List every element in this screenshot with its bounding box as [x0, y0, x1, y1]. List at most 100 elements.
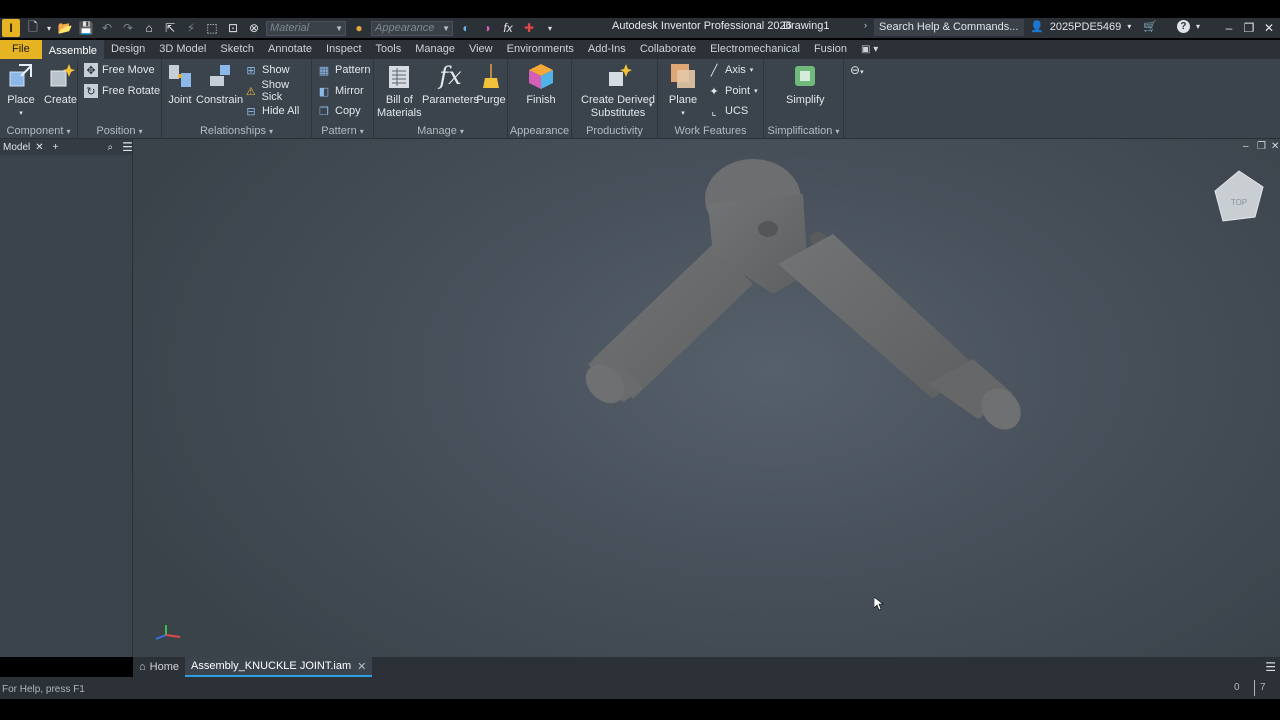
- close-icon[interactable]: ✕: [35, 142, 43, 153]
- material-clear-icon[interactable]: ⊗: [245, 19, 263, 37]
- axis-icon: ╱: [710, 64, 718, 77]
- tab-annotate[interactable]: Annotate: [261, 40, 319, 59]
- browser-tab-model[interactable]: Model: [3, 142, 30, 153]
- tab-manage[interactable]: Manage: [408, 40, 462, 59]
- add-icon[interactable]: ✚: [520, 19, 538, 37]
- document-tab-assembly[interactable]: Assembly_KNUCKLE JOINT.iam ✕: [185, 657, 373, 677]
- viewcube[interactable]: TOP: [1211, 169, 1267, 225]
- fx-parameters-icon[interactable]: fx: [499, 19, 517, 37]
- place-button[interactable]: Place ▾: [6, 61, 36, 120]
- close-icon[interactable]: ✕: [357, 660, 366, 673]
- show-button[interactable]: ⊞ Show: [244, 61, 289, 79]
- new-dropdown-icon[interactable]: ▾: [45, 19, 53, 37]
- graphics-window[interactable]: – ❐ ✕ TOP: [133, 139, 1280, 657]
- video-icon[interactable]: ▣ ▾: [854, 40, 885, 59]
- joint-button[interactable]: Joint: [165, 61, 195, 107]
- hamburger-menu-icon[interactable]: ☰: [122, 140, 133, 154]
- pattern-button[interactable]: ▦ Pattern: [317, 61, 371, 79]
- return-icon[interactable]: ⇱: [161, 19, 179, 37]
- tab-electromechanical[interactable]: Electromechanical: [703, 40, 807, 59]
- cart-icon[interactable]: 🛒: [1143, 20, 1157, 33]
- title-bar: I 🗋 ▾ 📂 💾 ↶ ↷ ⌂ ⇱ ⚡ ⬚ ⊡ ⊗ Material ▼ ● A…: [0, 18, 1280, 38]
- viewcube-face-label: TOP: [1231, 198, 1247, 207]
- tab-sketch[interactable]: Sketch: [213, 40, 261, 59]
- plane-button[interactable]: Plane ▾: [668, 61, 698, 120]
- open-folder-icon[interactable]: 📂: [56, 19, 74, 37]
- close-icon[interactable]: ✕: [1271, 141, 1279, 152]
- panel-label-component[interactable]: Component ▾: [0, 125, 77, 137]
- panel-label-simplification[interactable]: Simplification ▾: [764, 125, 843, 137]
- search-input[interactable]: Search Help & Commands...: [874, 19, 1024, 36]
- constrain-button[interactable]: Constrain: [196, 61, 243, 107]
- adjust-appearance-icon[interactable]: ◐: [457, 19, 475, 37]
- minimize-icon[interactable]: –: [1243, 141, 1249, 152]
- new-file-icon[interactable]: 🗋: [24, 19, 42, 37]
- ucs-icon: ⌞: [711, 105, 717, 118]
- close-icon[interactable]: ✕: [1259, 18, 1279, 38]
- tab-inspect[interactable]: Inspect: [319, 40, 368, 59]
- update-icon[interactable]: ⚡: [182, 19, 200, 37]
- material-combo[interactable]: Material ▼: [266, 20, 346, 36]
- create-button[interactable]: Create: [44, 61, 77, 107]
- point-button[interactable]: ✦ Point ▾: [707, 82, 757, 100]
- restore-icon[interactable]: ❐: [1239, 18, 1259, 38]
- hide-all-button[interactable]: ⊟ Hide All: [244, 102, 299, 120]
- appearance-sphere-icon[interactable]: ●: [350, 19, 368, 37]
- appearance-combo[interactable]: Appearance ▼: [371, 20, 453, 36]
- tab-collaborate[interactable]: Collaborate: [633, 40, 703, 59]
- customize-dropdown-icon[interactable]: ▾: [541, 19, 559, 37]
- minimize-icon[interactable]: –: [1219, 18, 1239, 38]
- fx-parameters-icon: fx: [439, 61, 462, 90]
- help-icon[interactable]: ?: [1176, 20, 1190, 33]
- copy-button[interactable]: ❐ Copy: [317, 102, 361, 120]
- create-derived-substitutes-button[interactable]: Create Derived Substitutes: [581, 61, 655, 120]
- purge-button[interactable]: Purge: [476, 61, 506, 107]
- appearance-placeholder: Appearance: [375, 22, 435, 34]
- clear-appearance-icon[interactable]: ◑: [478, 19, 496, 37]
- panel-label-position[interactable]: Position ▾: [78, 125, 161, 137]
- tab-fusion[interactable]: Fusion: [807, 40, 854, 59]
- tab-view[interactable]: View: [462, 40, 500, 59]
- undo-icon[interactable]: ↶: [98, 19, 116, 37]
- tab-assemble[interactable]: Assemble: [41, 40, 105, 59]
- chevron-down-icon[interactable]: ▾: [1196, 22, 1200, 31]
- select-icon[interactable]: ⬚: [203, 19, 221, 37]
- mirror-button[interactable]: ◧ Mirror: [317, 82, 364, 100]
- ribbon-options-icon[interactable]: ⊖▾: [850, 63, 864, 77]
- tab-add-ins[interactable]: Add-Ins: [581, 40, 633, 59]
- knuckle-joint-model[interactable]: [573, 144, 1033, 444]
- save-icon[interactable]: 💾: [77, 19, 95, 37]
- hamburger-menu-icon[interactable]: ☰: [1265, 660, 1276, 674]
- home-tab[interactable]: ⌂ Home: [133, 657, 185, 677]
- tab-3d-model[interactable]: 3D Model: [152, 40, 213, 59]
- tab-environments[interactable]: Environments: [500, 40, 581, 59]
- chevron-right-icon[interactable]: ›: [864, 20, 867, 30]
- measure-icon[interactable]: ⊡: [224, 19, 242, 37]
- parameters-button[interactable]: fx Parameters: [422, 61, 479, 107]
- tab-tools[interactable]: Tools: [369, 40, 409, 59]
- ucs-button[interactable]: ⌞ UCS: [707, 102, 748, 120]
- panel-label-pattern[interactable]: Pattern ▾: [312, 125, 373, 137]
- chevron-down-icon[interactable]: ▾: [649, 101, 653, 109]
- inventor-logo-icon[interactable]: I: [2, 19, 20, 37]
- add-tab-icon[interactable]: +: [53, 142, 59, 153]
- restore-icon[interactable]: ❐: [1257, 141, 1266, 152]
- free-rotate-button[interactable]: ↻ Free Rotate: [84, 82, 160, 100]
- user-menu[interactable]: 👤 2025PDE5469 ▾ 🛒 ? ▾: [1030, 20, 1200, 33]
- home-icon[interactable]: ⌂: [140, 19, 158, 37]
- panel-label-relationships[interactable]: Relationships ▾: [162, 125, 311, 137]
- axis-button[interactable]: ╱ Axis ▾: [707, 61, 754, 79]
- finish-button[interactable]: Finish: [526, 61, 556, 107]
- tab-file[interactable]: File: [0, 40, 42, 59]
- simplify-button[interactable]: Simplify: [786, 61, 825, 107]
- show-sick-button[interactable]: ⚠ Show Sick: [244, 79, 311, 103]
- tab-design[interactable]: Design: [104, 40, 152, 59]
- user-id: 2025PDE5469: [1049, 20, 1122, 33]
- free-move-button[interactable]: ✥ Free Move: [84, 61, 155, 79]
- panel-label-manage[interactable]: Manage ▾: [374, 125, 507, 137]
- redo-icon[interactable]: ↷: [119, 19, 137, 37]
- chevron-down-icon: ▾: [749, 67, 754, 74]
- bill-of-materials-button[interactable]: Bill of Materials: [377, 61, 422, 120]
- search-icon[interactable]: ⌕: [107, 142, 113, 153]
- mirror-icon: ◧: [318, 85, 330, 98]
